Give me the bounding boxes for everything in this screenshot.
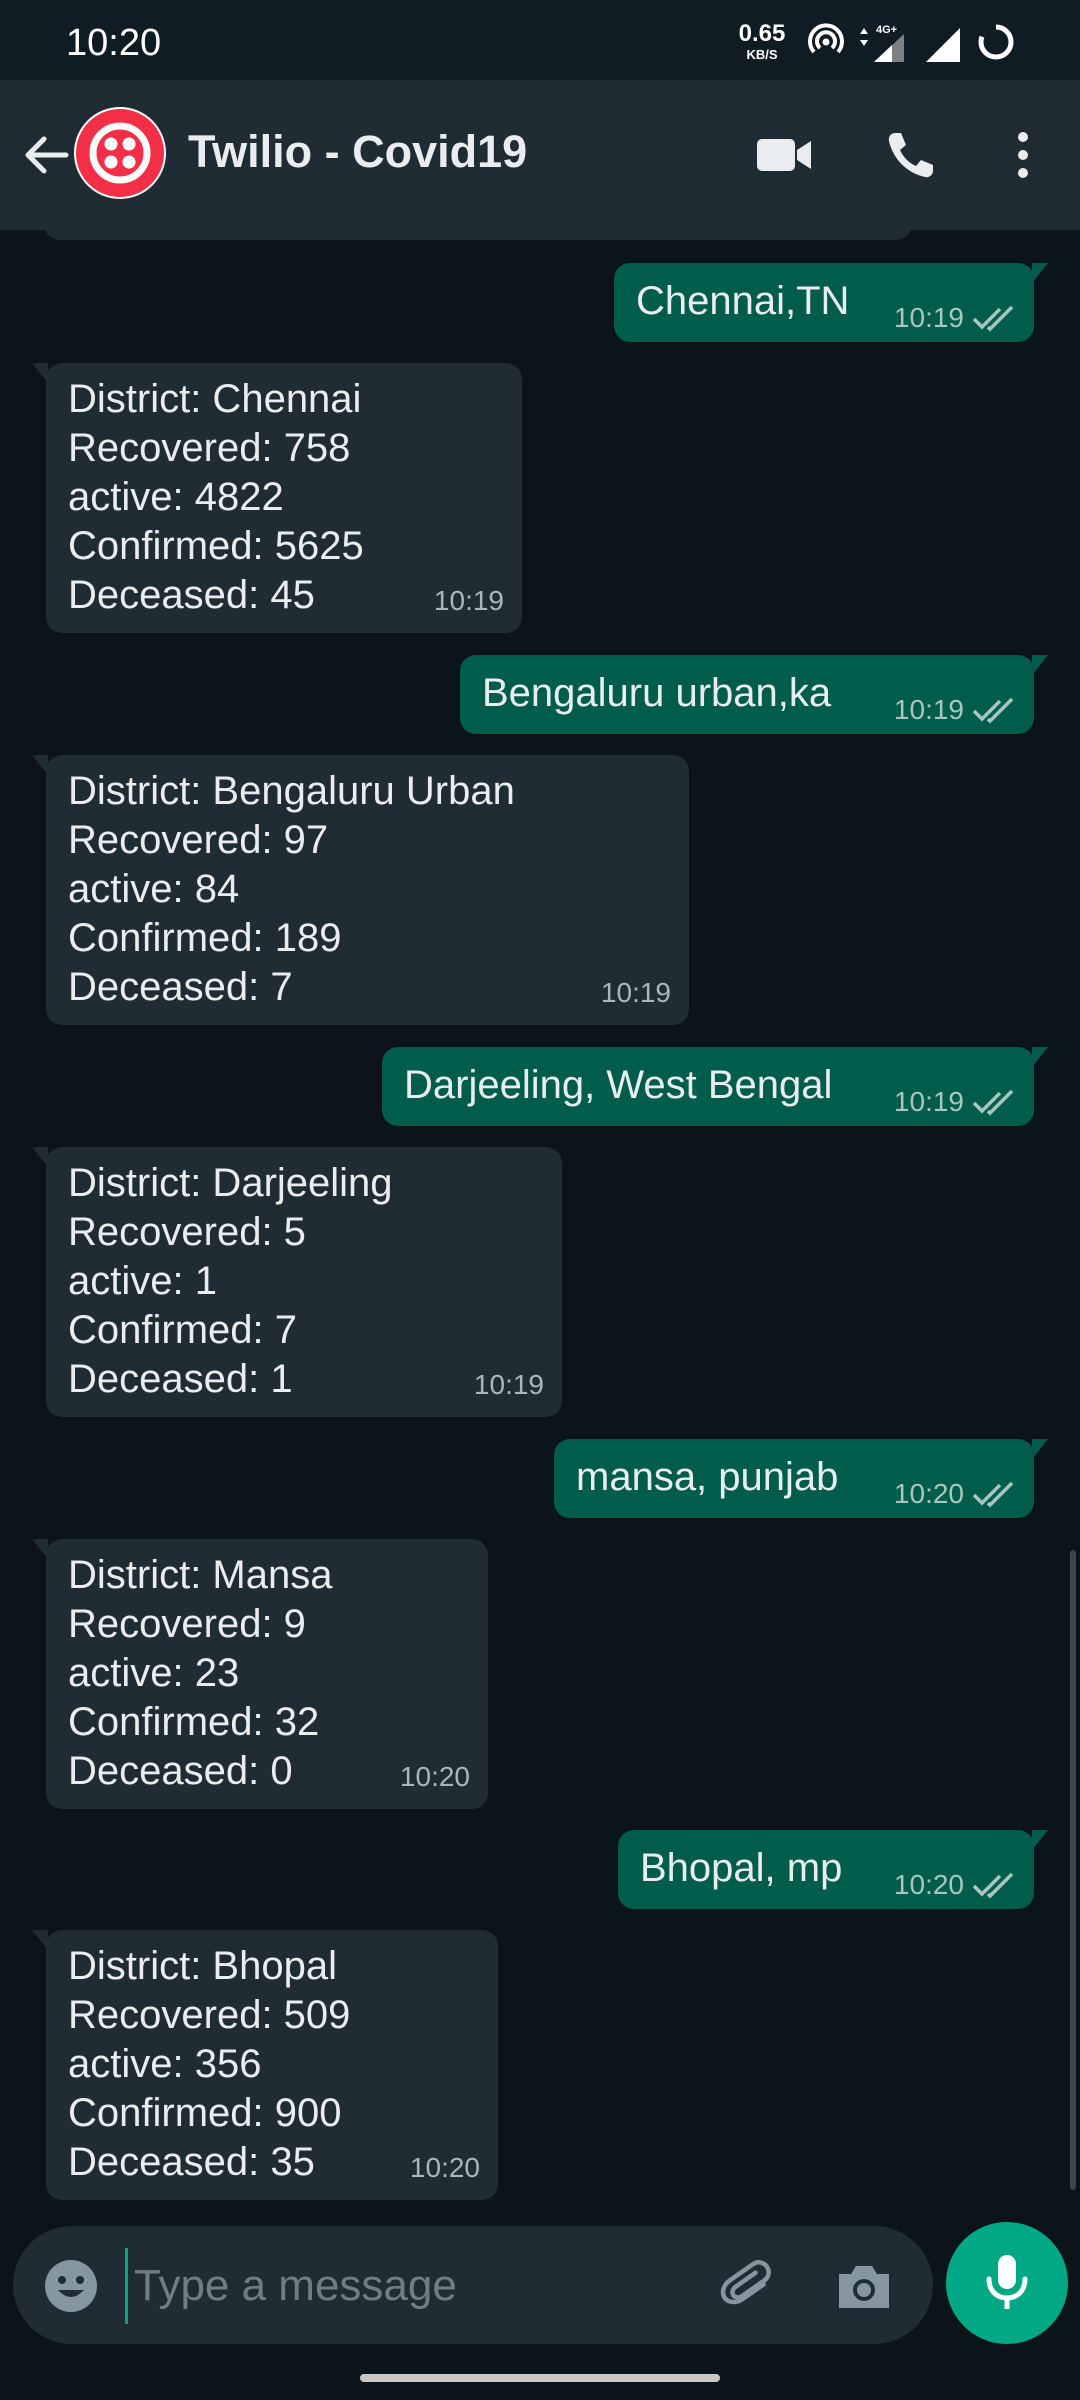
outgoing-message[interactable]: Bengaluru urban,ka 10:19: [460, 655, 1048, 734]
message-line: Confirmed: 5625: [68, 524, 364, 568]
message-text: Chennai,TN: [636, 279, 850, 323]
battery-icon: [978, 24, 1014, 60]
incoming-message[interactable]: District: Bengaluru Urban Recovered: 97 …: [32, 755, 689, 1025]
message-line: active: 1: [68, 1259, 217, 1303]
message-line: active: 356: [68, 2042, 262, 2086]
more-vertical-icon: [1018, 132, 1028, 178]
video-call-button[interactable]: [752, 122, 818, 188]
read-ticks-icon: [972, 697, 1014, 723]
message-line: Recovered: 9: [68, 1602, 306, 1646]
message-meta: 10:19: [894, 1077, 1016, 1126]
more-options-button[interactable]: [990, 122, 1056, 188]
camera-icon[interactable]: [833, 2256, 895, 2318]
outgoing-message[interactable]: Darjeeling, West Bengal 10:19: [382, 1047, 1048, 1126]
message-line: active: 23: [68, 1651, 240, 1695]
incoming-message[interactable]: District: Bhopal Recovered: 509 active: …: [32, 1930, 498, 2200]
message-meta: 10:19: [894, 685, 1016, 734]
message-line: District: Bengaluru Urban: [68, 769, 515, 813]
read-ticks-icon: [972, 1089, 1014, 1115]
message-line: Recovered: 97: [68, 818, 329, 862]
message-line: Recovered: 758: [68, 426, 351, 470]
mobile-data-signal-icon: 4G+: [860, 24, 904, 62]
message-line: Confirmed: 189: [68, 916, 342, 960]
read-ticks-icon: [972, 1872, 1014, 1898]
message-line: District: Chennai: [68, 377, 362, 421]
incoming-message[interactable]: District: Darjeeling Recovered: 5 active…: [32, 1147, 562, 1417]
voice-call-button[interactable]: [878, 122, 944, 188]
wifi-signal-icon: [926, 28, 960, 62]
status-bar: 10:20 0.65 KB/S 4G+: [0, 0, 1080, 80]
incoming-message[interactable]: District: Mansa Recovered: 9 active: 23 …: [32, 1539, 488, 1809]
outgoing-message[interactable]: Bhopal, mp 10:20: [618, 1830, 1048, 1909]
message-line: Confirmed: 32: [68, 1700, 320, 1744]
message-time: 10:20: [409, 2152, 480, 2183]
hotspot-icon: [808, 23, 844, 54]
status-time: 10:20: [66, 22, 162, 64]
message-time: 10:20: [893, 1478, 964, 1509]
message-line: Confirmed: 7: [68, 1308, 297, 1352]
message-meta: 10:20: [894, 1469, 1016, 1518]
message-line: District: Darjeeling: [68, 1161, 393, 1205]
message-meta: 10:20: [894, 1860, 1016, 1909]
video-camera-icon: [757, 139, 811, 171]
message-line: Deceased: 7: [68, 965, 293, 1009]
network-speed-value: 0.65: [738, 20, 786, 47]
message-line: Deceased: 1: [68, 1357, 293, 1401]
message-text: Darjeeling, West Bengal: [404, 1063, 833, 1107]
message-time: 10:19: [600, 977, 671, 1008]
message-line: Recovered: 5: [68, 1210, 306, 1254]
scrollbar[interactable]: [1070, 1550, 1076, 2190]
phone-icon: [888, 133, 933, 178]
message-line: active: 4822: [68, 475, 284, 519]
message-line: active: 84: [68, 867, 240, 911]
message-line: Confirmed: 900: [68, 2091, 342, 2135]
back-arrow-icon[interactable]: [16, 125, 76, 185]
message-time: 10:19: [433, 585, 504, 616]
voice-record-button[interactable]: [946, 2222, 1068, 2344]
network-type-label: 4G+: [876, 24, 897, 36]
message-time: 10:19: [893, 302, 964, 333]
message-line: District: Mansa: [68, 1553, 333, 1597]
network-speed-unit: KB/S: [746, 47, 778, 62]
message-line: District: Bhopal: [68, 1944, 337, 1988]
message-meta: 10:19: [894, 293, 1016, 342]
outgoing-message[interactable]: Chennai,TN 10:19: [614, 263, 1048, 342]
network-speed: 0.65 KB/S: [732, 20, 792, 62]
message-line: Recovered: 509: [68, 1993, 351, 2037]
read-ticks-icon: [972, 305, 1014, 331]
microphone-icon: [986, 2255, 1028, 2309]
chat-header: Twilio - Covid19: [0, 80, 1080, 230]
message-time: 10:19: [893, 1086, 964, 1117]
message-text: Bhopal, mp: [640, 1846, 843, 1890]
gesture-nav-bar[interactable]: [360, 2374, 720, 2382]
twilio-logo-icon: [76, 109, 164, 197]
message-text: Bengaluru urban,ka: [482, 671, 832, 715]
incoming-message[interactable]: District: Chennai Recovered: 758 active:…: [32, 363, 522, 633]
message-time: 10:19: [473, 1369, 544, 1400]
message-list[interactable]: Chennai,TN 10:19 District: Chennai Recov…: [0, 222, 1080, 2230]
message-time: 10:19: [893, 694, 964, 725]
chat-title[interactable]: Twilio - Covid19: [188, 126, 527, 178]
message-input[interactable]: [125, 2248, 716, 2324]
message-text: mansa, punjab: [576, 1455, 839, 1499]
emoji-icon[interactable]: [43, 2258, 99, 2314]
message-time: 10:20: [893, 1869, 964, 1900]
message-time: 10:20: [399, 1761, 470, 1792]
outgoing-message[interactable]: mansa, punjab 10:20: [554, 1439, 1048, 1518]
read-ticks-icon: [972, 1481, 1014, 1507]
avatar[interactable]: [74, 107, 166, 199]
previous-message-bubble: [44, 222, 912, 240]
paperclip-icon[interactable]: [719, 2256, 781, 2318]
message-composer: [13, 2226, 933, 2344]
